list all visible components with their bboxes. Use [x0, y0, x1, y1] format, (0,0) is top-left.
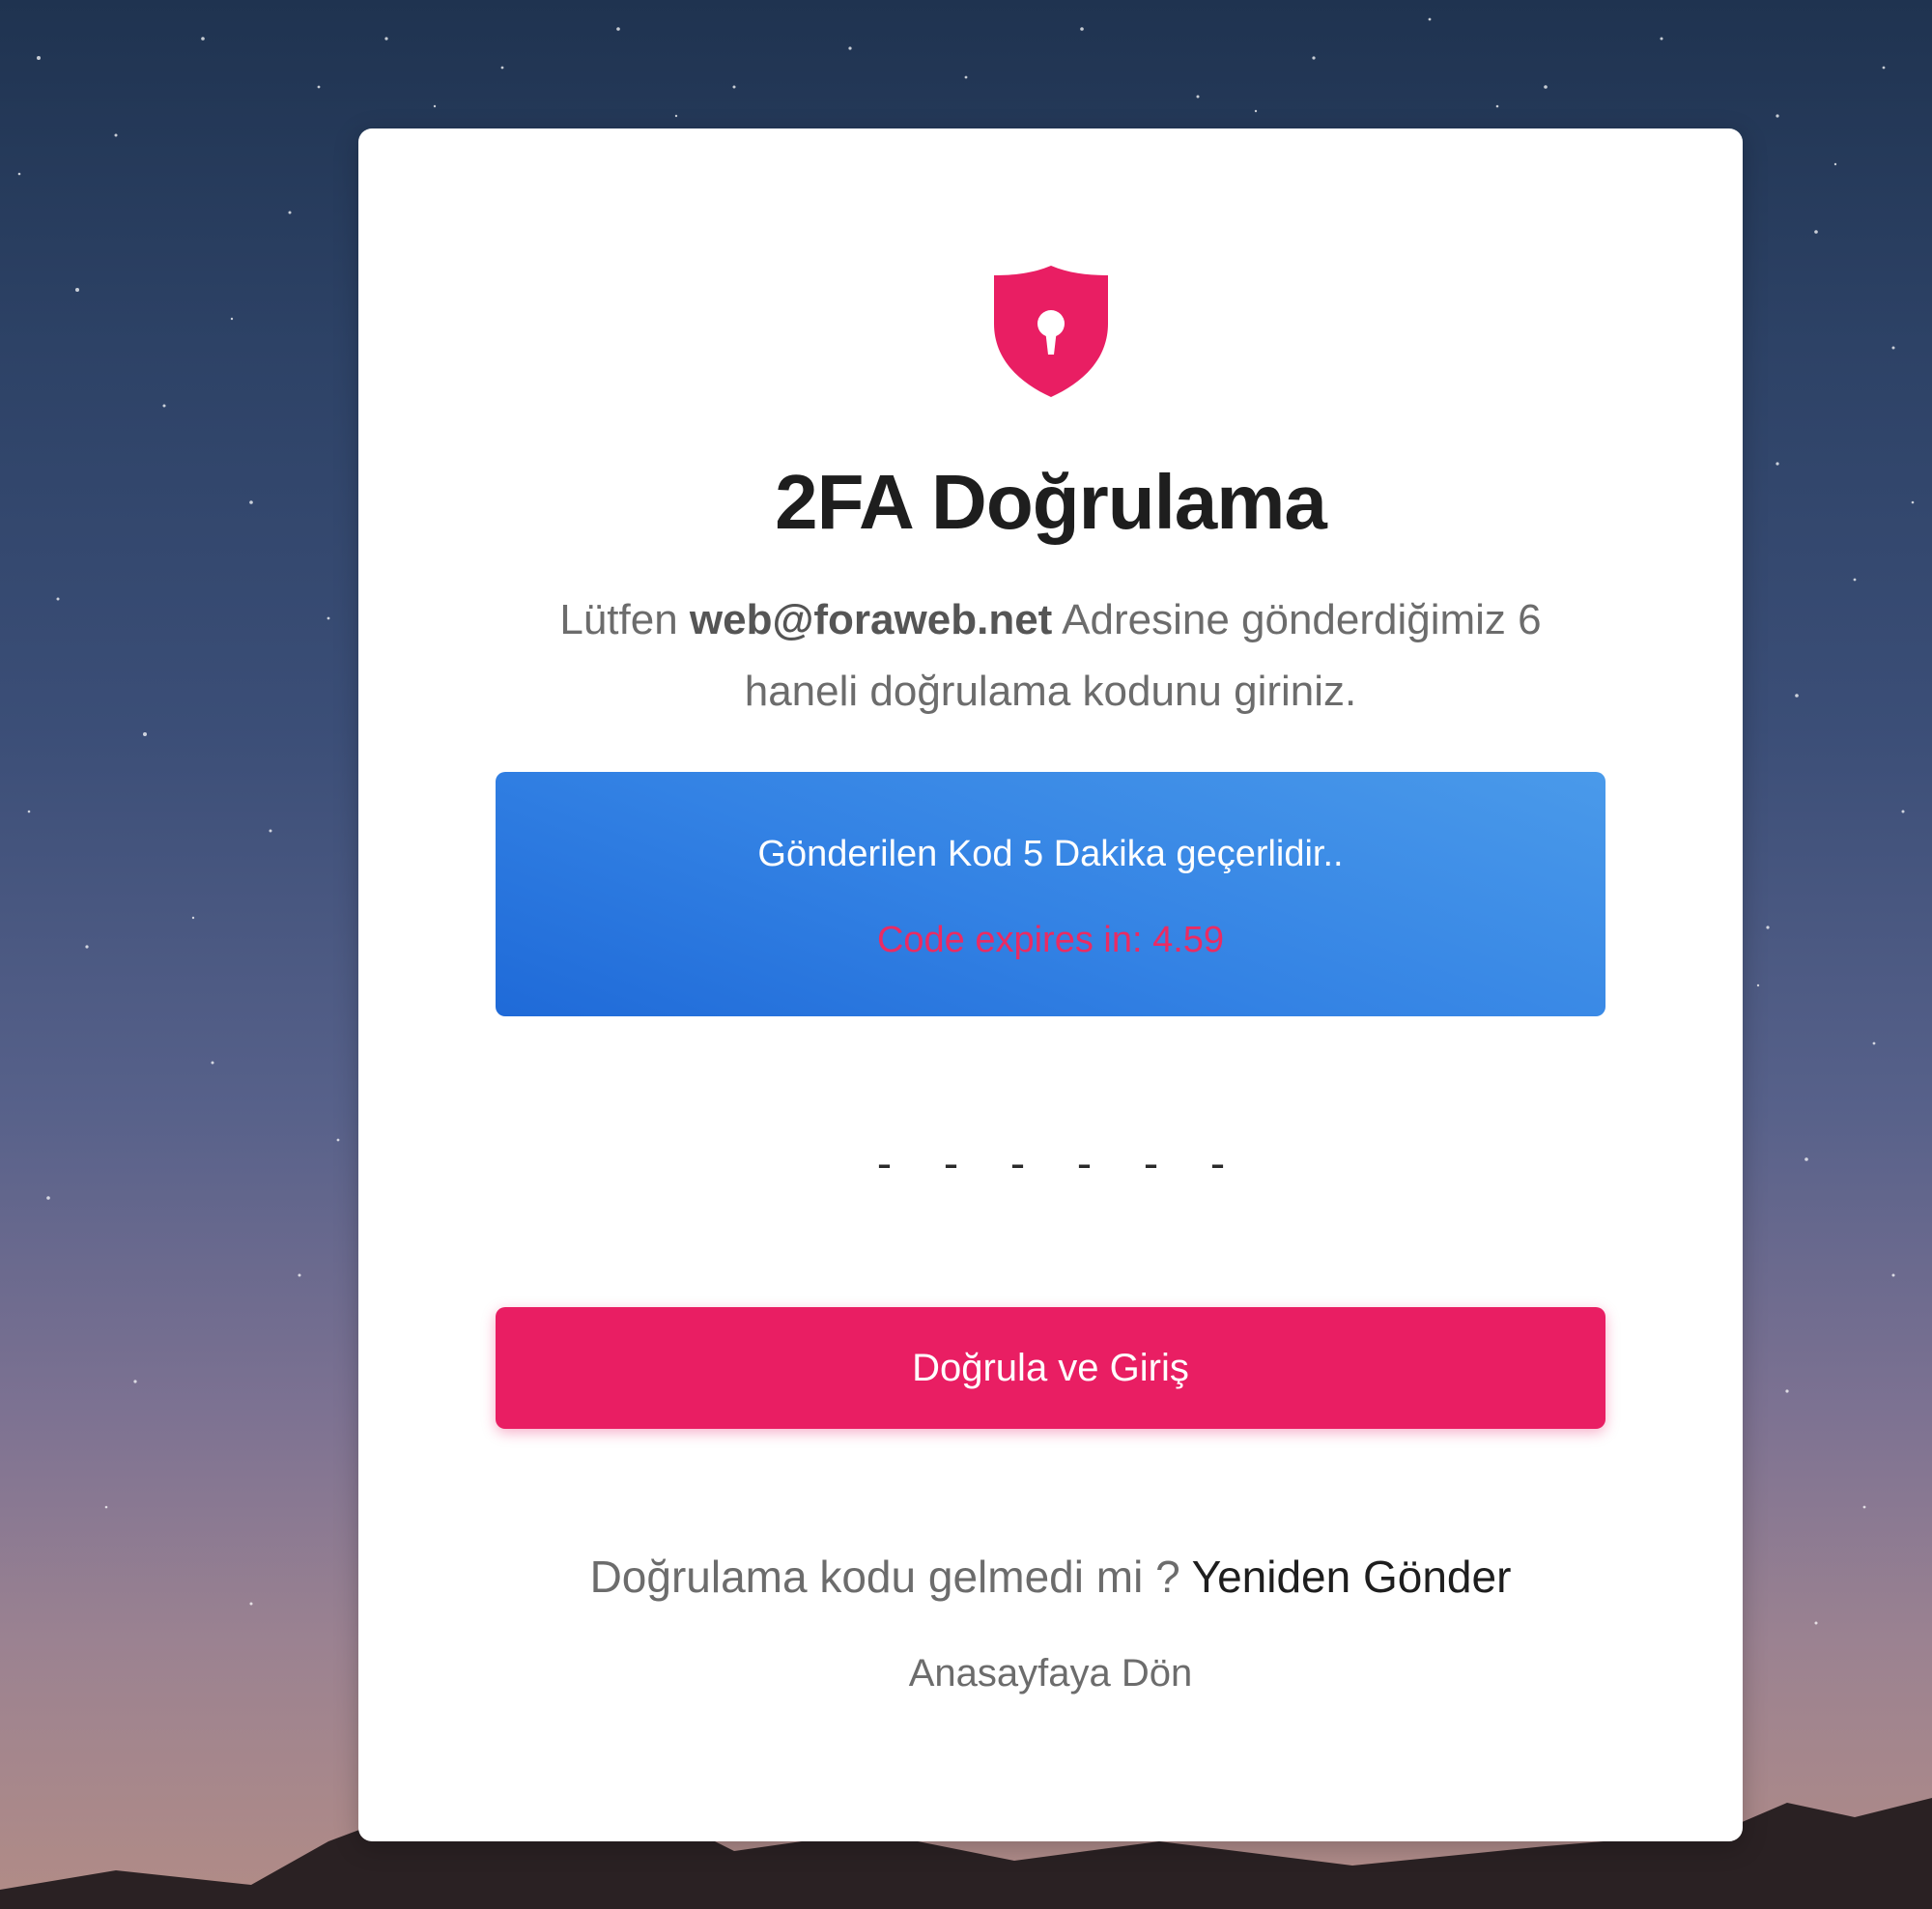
verification-code-input[interactable]	[850, 1128, 1260, 1198]
back-to-home-link[interactable]: Anasayfaya Dön	[358, 1648, 1743, 1698]
resend-prompt: Doğrulama kodu gelmedi mi ?	[589, 1552, 1192, 1602]
info-box	[496, 772, 1605, 1016]
page-title: 2FA Doğrulama	[775, 459, 1327, 545]
verify-and-login-button[interactable]: Doğrula ve Giriş	[496, 1307, 1605, 1429]
email-address: web@foraweb.net	[689, 596, 1053, 643]
code-validity-message: Gönderilen Kod 5 Dakika geçerlidir..	[757, 834, 1344, 874]
code-expires-countdown: Code expires in: 4.59	[876, 920, 1225, 960]
resend-code-link[interactable]: Yeniden Gönder	[1192, 1552, 1512, 1602]
instructions-text: Lütfen web@foraweb.net Adresine gönderdi…	[502, 584, 1599, 727]
instructions-prefix: Lütfen	[559, 596, 690, 643]
shield-keyhole-icon	[994, 266, 1108, 397]
resend-line: Doğrulama kodu gelmedi mi ? Yeniden Gönd…	[358, 1548, 1743, 1606]
